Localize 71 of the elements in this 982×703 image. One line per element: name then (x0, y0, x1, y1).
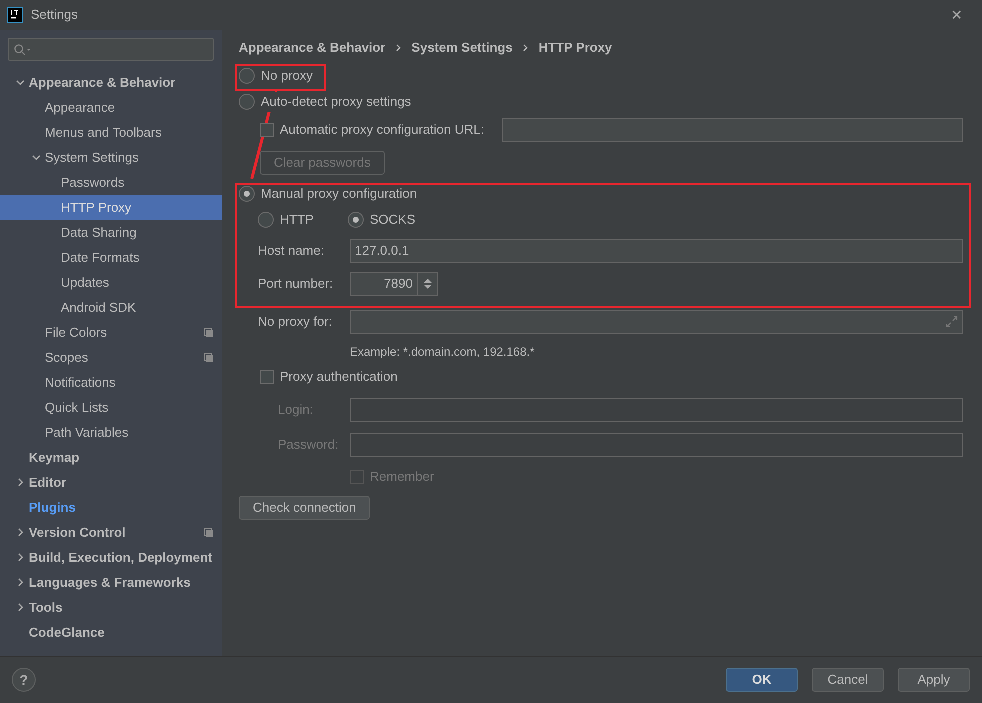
input-field[interactable] (350, 398, 963, 422)
search-field[interactable] (8, 38, 214, 61)
chevron-right-icon[interactable] (16, 528, 25, 537)
breadcrumb-item[interactable]: Appearance & Behavior (239, 38, 386, 58)
sidebar-item[interactable]: HTTP Proxy (0, 195, 222, 220)
chevron-right-icon (396, 44, 402, 52)
radio-button[interactable] (239, 68, 255, 84)
sidebar-item[interactable]: Scopes (0, 345, 222, 370)
help-button[interactable]: ? (12, 668, 36, 692)
sidebar-item[interactable]: File Colors (0, 320, 222, 345)
sidebar-item[interactable]: Passwords (0, 170, 222, 195)
checkbox-label[interactable]: Proxy authentication (280, 367, 398, 387)
radio-label[interactable]: SOCKS (370, 210, 416, 230)
checkbox[interactable] (260, 123, 274, 137)
chevron-right-icon[interactable] (16, 578, 25, 587)
chevron-down-icon[interactable] (16, 78, 25, 87)
chevron-right-icon[interactable] (16, 478, 25, 487)
radio-button[interactable] (348, 212, 364, 228)
hint-text: Example: *.domain.com, 192.168.* (350, 345, 535, 359)
input-field[interactable] (502, 118, 963, 142)
sidebar-item[interactable]: Path Variables (0, 420, 222, 445)
sidebar-item[interactable]: Appearance & Behavior (0, 70, 222, 95)
sidebar-item[interactable]: Updates (0, 270, 222, 295)
sidebar-item[interactable]: Date Formats (0, 245, 222, 270)
radio-label[interactable]: HTTP (280, 210, 314, 230)
radio-button[interactable] (258, 212, 274, 228)
chevron-right-icon[interactable] (16, 603, 25, 612)
dialog-button[interactable]: Cancel (812, 668, 884, 692)
sidebar-item[interactable]: Tools (0, 595, 222, 620)
checkbox-label[interactable]: Automatic proxy configuration URL: (280, 120, 496, 140)
sidebar-item[interactable]: Quick Lists (0, 395, 222, 420)
sidebar-item[interactable]: CodeGlance (0, 620, 222, 645)
input-field[interactable]: 7890 (350, 272, 438, 296)
sidebar-item[interactable]: Notifications (0, 370, 222, 395)
app-logo-icon (7, 7, 23, 23)
sidebar-item[interactable]: Build, Execution, Deployment (0, 545, 222, 570)
field-label: No proxy for: (258, 313, 334, 332)
dialog-button[interactable]: OK (726, 668, 798, 692)
sidebar-item[interactable]: Editor (0, 470, 222, 495)
sidebar-item[interactable]: Plugins (0, 495, 222, 520)
sidebar-item[interactable]: Menus and Toolbars (0, 120, 222, 145)
breadcrumb-item[interactable]: System Settings (412, 38, 513, 58)
radio-button[interactable] (239, 186, 255, 202)
input-field[interactable]: 127.0.0.1 (350, 238, 963, 262)
sidebar-item[interactable]: Languages & Frameworks (0, 570, 222, 595)
breadcrumb-item[interactable]: HTTP Proxy (538, 38, 612, 58)
field-label: Login: (278, 400, 314, 419)
check-connection-button[interactable]: Check connection (239, 496, 370, 520)
radio-label[interactable]: Auto-detect proxy settings (261, 92, 412, 112)
chevron-right-icon[interactable] (16, 553, 25, 562)
chevron-right-icon (522, 44, 529, 52)
sidebar-item[interactable]: Appearance (0, 95, 222, 120)
field-label: Password: (278, 436, 340, 454)
close-button[interactable]: ✕ (951, 4, 975, 26)
chevron-down-icon[interactable] (32, 153, 41, 162)
sidebar-item[interactable]: System Settings (0, 145, 222, 170)
search-icon (14, 44, 32, 56)
expand-icon[interactable] (946, 316, 958, 328)
sidebar-item[interactable]: Version Control (0, 520, 222, 545)
input-field[interactable] (350, 310, 963, 334)
sidebar-item[interactable]: Keymap (0, 445, 222, 470)
sidebar-item[interactable]: Android SDK (0, 295, 222, 320)
field-label: Host name: (258, 242, 326, 260)
radio-button[interactable] (239, 94, 255, 110)
radio-label[interactable]: Manual proxy configuration (261, 184, 418, 204)
checkbox[interactable] (260, 370, 274, 384)
window-title: Settings (31, 6, 79, 24)
input-field[interactable] (350, 432, 963, 456)
dialog-button[interactable]: Apply (898, 668, 970, 692)
field-label: Port number: (258, 275, 334, 294)
sidebar-item[interactable]: Data Sharing (0, 220, 222, 245)
